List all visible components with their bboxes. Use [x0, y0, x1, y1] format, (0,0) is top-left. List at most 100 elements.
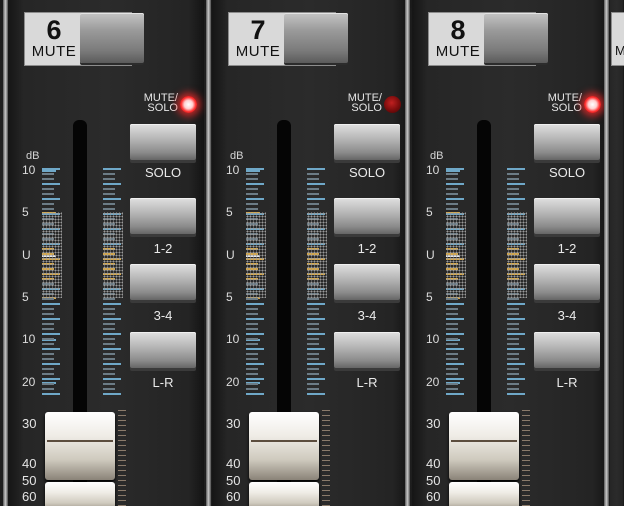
meter-segment — [103, 198, 121, 200]
routing-button-solo[interactable] — [534, 124, 600, 160]
channel-strip: 7 MUTE MUTE/SOLO dB 10 5 U 5 10 20 30 40 50 60 SOLO 1-2… — [212, 0, 408, 506]
meter-dot-grid — [103, 212, 123, 298]
fader-scale-mark — [522, 490, 530, 491]
meter-segment — [507, 393, 525, 395]
fader-scale-mark — [118, 460, 126, 461]
meter-segment — [446, 168, 464, 170]
meter-segment — [446, 193, 458, 195]
fader-scale-mark — [118, 430, 126, 431]
meter-segment — [507, 388, 519, 390]
mute-label: MUTE — [235, 43, 281, 60]
meter-segment — [42, 333, 60, 335]
fader-scale-mark — [522, 470, 530, 471]
db-label: dB — [230, 150, 244, 162]
mute-button[interactable] — [484, 13, 548, 63]
meter-segment — [103, 358, 115, 360]
partial-channel-label: M — [615, 43, 624, 58]
meter-segment — [103, 313, 115, 315]
fader-scale-mark — [118, 465, 126, 466]
meter-segment — [42, 338, 54, 340]
meter-segment — [42, 173, 54, 175]
mute-label: MUTE — [31, 43, 77, 60]
meter-segment — [103, 373, 115, 375]
fader-knob[interactable] — [449, 412, 519, 480]
mute-button[interactable] — [80, 13, 144, 63]
fader-scale-label: 40 — [22, 456, 37, 471]
meter-segment — [507, 188, 519, 190]
routing-button-label: SOLO — [348, 165, 386, 180]
meter-segment — [103, 383, 115, 385]
fader-knob[interactable] — [249, 412, 319, 480]
meter-segment — [103, 393, 121, 395]
routing-button-lr[interactable] — [334, 332, 400, 368]
fader-scale-label: 60 — [22, 489, 37, 504]
mute-solo-label: MUTE/SOLO — [520, 93, 582, 114]
meter-segment — [307, 308, 319, 310]
meter-segment — [103, 173, 115, 175]
meter-segment — [446, 318, 464, 320]
meter-segment — [307, 393, 325, 395]
meter-segment — [42, 168, 60, 170]
channel-number: 8 — [450, 15, 466, 45]
meter-segment — [42, 328, 54, 330]
meter-segment — [246, 328, 258, 330]
fader-scale-label: 10 — [226, 332, 240, 346]
fader-scale-label: 30 — [22, 416, 37, 431]
meter-segment — [42, 323, 54, 325]
fader-knob-lower — [449, 482, 519, 506]
meter-segment — [103, 328, 115, 330]
fader-scale-label: 40 — [226, 456, 241, 471]
meter-segment — [307, 373, 319, 375]
mute-button[interactable] — [284, 13, 348, 63]
fader-knob[interactable] — [45, 412, 115, 480]
meter-segment — [307, 333, 325, 335]
meter-segment — [103, 378, 121, 380]
routing-button-12[interactable] — [334, 198, 400, 234]
fader-scale-label: U — [22, 248, 31, 262]
fader-scale-mark — [522, 415, 530, 416]
meter-dot-grid — [507, 212, 527, 298]
fader-scale-mark — [118, 445, 126, 446]
routing-button-solo[interactable] — [334, 124, 400, 160]
meter-segment — [507, 363, 525, 365]
meter-segment — [307, 303, 325, 305]
meter-segment — [446, 308, 458, 310]
fader-scale-label: 5 — [22, 205, 29, 219]
routing-button-label: 3-4 — [153, 308, 173, 323]
routing-button-12[interactable] — [534, 198, 600, 234]
meter-segment — [307, 168, 325, 170]
routing-button-12[interactable] — [130, 198, 196, 234]
meter-segment — [246, 303, 264, 305]
meter-segment — [42, 378, 60, 380]
fader-scale-mark — [522, 445, 530, 446]
fader-scale-label: 50 — [22, 473, 37, 488]
meter-segment — [446, 178, 458, 180]
meter-segment — [446, 183, 464, 185]
meter-segment — [42, 348, 60, 350]
meter-segment — [103, 318, 121, 320]
meter-segment — [307, 198, 325, 200]
meter-segment — [103, 363, 121, 365]
meter-segment — [507, 318, 525, 320]
routing-button-lr[interactable] — [130, 332, 196, 368]
meter-segment — [103, 188, 115, 190]
meter-segment — [307, 323, 319, 325]
routing-button-lr[interactable] — [534, 332, 600, 368]
fader-scale-mark — [522, 460, 530, 461]
meter-segment — [246, 368, 258, 370]
routing-button-34[interactable] — [534, 264, 600, 300]
routing-button-34[interactable] — [334, 264, 400, 300]
routing-button-34[interactable] — [130, 264, 196, 300]
meter-segment — [307, 173, 319, 175]
fader-scale-mark — [118, 440, 126, 441]
meter-segment — [307, 193, 319, 195]
fader-scale-label: 20 — [22, 375, 36, 389]
meter-segment — [446, 203, 458, 205]
fader-scale-mark — [522, 455, 530, 456]
channel-strip: 6 MUTE MUTE/SOLO dB 10 5 U 5 10 20 30 40 50 60 SOLO 1-2… — [8, 0, 204, 506]
fader-scale-label: 10 — [22, 163, 36, 177]
meter-dot-grid — [446, 212, 466, 298]
routing-button-solo[interactable] — [130, 124, 196, 160]
meter-segment — [246, 313, 258, 315]
meter-segment — [246, 208, 258, 210]
